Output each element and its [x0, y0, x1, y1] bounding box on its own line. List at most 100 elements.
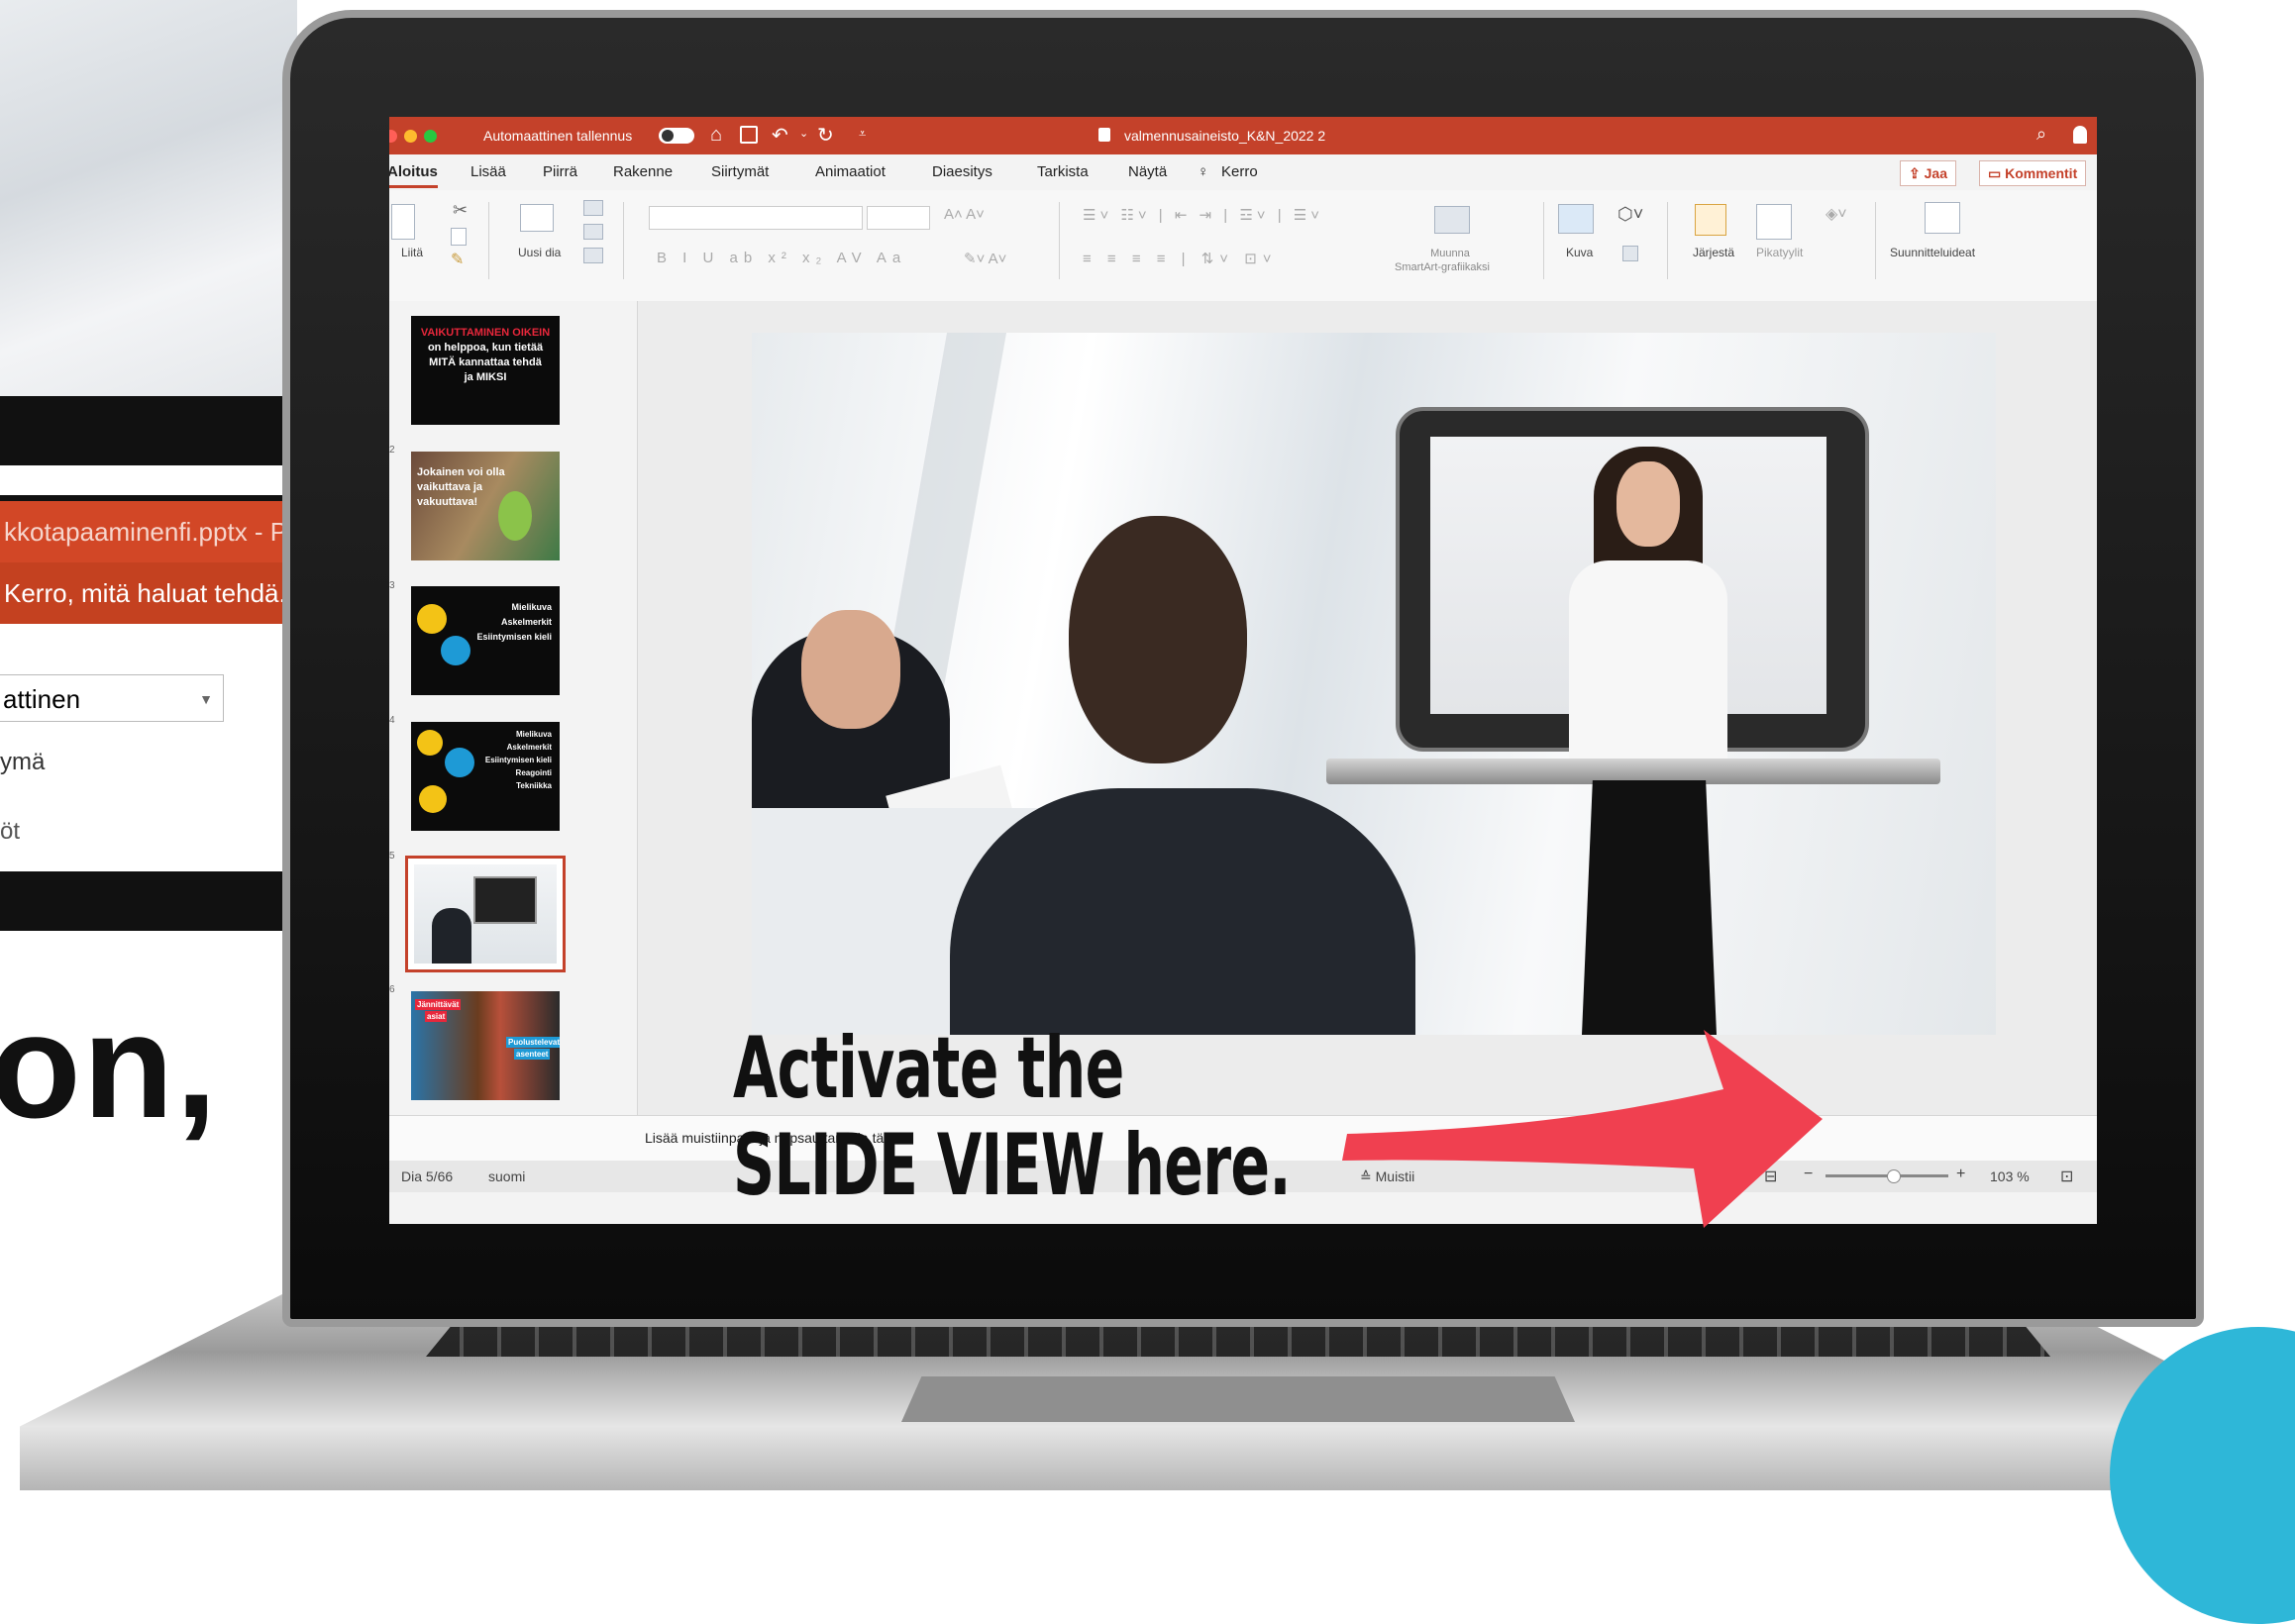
maximize-window-button[interactable]	[424, 130, 437, 143]
textbox-icon[interactable]	[1622, 246, 1638, 261]
parrot-image	[498, 491, 532, 541]
smartart-label-line2: SmartArt-grafiikaksi	[1395, 261, 1490, 273]
designer-icon[interactable]	[1925, 202, 1960, 234]
woman-shirt-image	[1569, 560, 1727, 759]
redo-icon[interactable]: ↻	[817, 123, 834, 148]
copy-icon[interactable]	[451, 228, 467, 246]
background-divider-top	[0, 396, 297, 465]
list-buttons[interactable]: ☰˅ ☷˅ | ⇤ ⇥ | ☲˅ | ☰˅	[1083, 206, 1323, 224]
new-slide-icon[interactable]	[520, 204, 554, 232]
font-family-select[interactable]	[649, 206, 863, 230]
user-icon[interactable]	[2073, 126, 2087, 144]
callout-line2: SLIDE VIEW here.	[733, 1116, 1292, 1215]
fit-icon[interactable]: ⊡	[2060, 1167, 2073, 1186]
comments-button-label: Kommentit	[2005, 165, 2078, 181]
comments-button[interactable]: ▭ Kommentit	[1979, 160, 2087, 186]
section-icon[interactable]	[583, 248, 603, 263]
document-icon	[1098, 128, 1110, 142]
background-dropdown: attinen ▼	[0, 674, 224, 722]
thumb-line: ja MIKSI	[464, 371, 507, 383]
share-icon: ⇪	[1909, 165, 1925, 181]
font-size-select[interactable]	[867, 206, 930, 230]
paste-icon[interactable]	[391, 204, 415, 240]
shape-fill-icon[interactable]: ◈˅	[1826, 204, 1847, 224]
align-buttons[interactable]: ≡ ≡ ≡ ≡ | ⇅˅ ⊡˅	[1083, 250, 1278, 267]
slide-thumbnail[interactable]: Jännittävät asiat Puolustelevat asenteet	[411, 991, 560, 1100]
tab-siirtymat[interactable]: Siirtymät	[711, 154, 769, 190]
circle-image	[419, 785, 447, 813]
share-button-label: Jaa	[1924, 165, 1947, 181]
thumb-line: MITÄ kannattaa tehdä	[429, 356, 542, 368]
save-icon[interactable]	[740, 126, 758, 144]
slide-thumbnail[interactable]: Mielikuva Askelmerkit Esiintymisen kieli…	[411, 722, 560, 831]
zoom-percentage[interactable]: 103 %	[1990, 1168, 2030, 1184]
tab-nayta[interactable]: Näytä	[1128, 154, 1167, 190]
background-dropdown-value: attinen	[3, 684, 81, 714]
circle-image	[417, 730, 443, 756]
thumb-line: vaikuttava ja	[417, 481, 483, 493]
picture-icon[interactable]	[1558, 204, 1594, 234]
slide-thumbnail[interactable]: Mielikuva Askelmerkit Esiintymisen kieli	[411, 586, 560, 695]
background-large-text: on,	[0, 982, 219, 1149]
zoom-in-button[interactable]: +	[1956, 1166, 1965, 1183]
minimize-window-button[interactable]	[404, 130, 417, 143]
picture-label: Kuva	[1566, 246, 1594, 259]
zoom-slider-thumb[interactable]	[1887, 1169, 1902, 1183]
home-icon[interactable]: ⌂	[710, 124, 722, 147]
slide-number: 2	[389, 445, 395, 456]
tab-piirra[interactable]: Piirrä	[543, 154, 577, 190]
autosave-label: Automaattinen tallennus	[483, 128, 633, 144]
separator	[623, 202, 624, 279]
separator	[1059, 202, 1060, 279]
circle-image	[417, 604, 447, 634]
highlight-color-button[interactable]: ✎˅ A˅	[964, 250, 1006, 267]
close-window-button[interactable]	[389, 130, 397, 143]
thumb-line: vakuuttava!	[417, 496, 478, 508]
slide-number: 5	[389, 851, 395, 862]
smartart-icon[interactable]	[1434, 206, 1470, 234]
thumb-line: on helppoa, kun tietää	[427, 342, 544, 354]
tab-tarkista[interactable]: Tarkista	[1037, 154, 1089, 190]
reset-icon[interactable]	[583, 224, 603, 240]
layout-icon[interactable]	[583, 200, 603, 216]
autosave-toggle[interactable]	[659, 128, 694, 144]
format-painter-icon[interactable]: ✎	[451, 250, 464, 269]
chevron-down-icon[interactable]: ⌄	[799, 127, 808, 140]
customize-toolbar-icon[interactable]: ⩡	[859, 126, 866, 142]
font-size-buttons[interactable]: A˄ A˅	[944, 206, 985, 223]
tab-kerro[interactable]: Kerro	[1221, 154, 1258, 190]
quick-styles-icon[interactable]	[1756, 204, 1792, 240]
toggle-knob	[662, 130, 674, 142]
background-powerpoint-window: kkotapaaminenfi.pptx - P Kerro, mitä hal…	[0, 495, 301, 877]
search-icon[interactable]: ⌕	[2036, 124, 2046, 145]
shapes-icon[interactable]: ⬡˅	[1617, 204, 1643, 225]
tab-rakenne[interactable]: Rakenne	[613, 154, 673, 190]
font-format-buttons[interactable]: B I U ab x² x₂ AV Aa	[657, 250, 906, 266]
slide-thumbnails-pane: VAIKUTTAMINEN OIKEIN on helppoa, kun tie…	[389, 301, 638, 1115]
separator	[488, 202, 489, 279]
tab-lisaa[interactable]: Lisää	[470, 154, 506, 190]
slide-thumbnail-selected[interactable]	[405, 856, 566, 972]
undo-icon[interactable]: ↶	[772, 123, 788, 148]
background-photo	[0, 0, 297, 396]
slide-counter: Dia 5/66	[401, 1168, 454, 1184]
arrange-icon[interactable]	[1695, 204, 1726, 236]
language-indicator[interactable]: suomi	[488, 1168, 525, 1184]
share-button[interactable]: ⇪ Jaa	[1900, 160, 1956, 186]
current-slide[interactable]	[752, 333, 1996, 1035]
older-man-head-image	[801, 610, 900, 729]
slide-thumbnail[interactable]: VAIKUTTAMINEN OIKEIN on helppoa, kun tie…	[411, 316, 560, 425]
slide-number: 3	[389, 580, 395, 591]
tab-animaatiot[interactable]: Animaatiot	[815, 154, 886, 190]
quick-styles-label: Pikatyylit	[1756, 246, 1804, 259]
tab-diaesitys[interactable]: Diaesitys	[932, 154, 992, 190]
circle-image	[441, 636, 470, 665]
laptop-trackpad	[901, 1376, 1575, 1422]
arrow-shape	[1342, 1030, 1823, 1228]
tab-aloitus[interactable]: Aloitus	[389, 154, 438, 188]
circle-image	[445, 748, 474, 777]
woman-face-image	[1617, 461, 1680, 547]
cut-icon[interactable]: ✂	[453, 200, 468, 221]
slide-thumbnail[interactable]: Jokainen voi olla vaikuttava ja vakuutta…	[411, 452, 560, 560]
separator	[1667, 202, 1668, 279]
